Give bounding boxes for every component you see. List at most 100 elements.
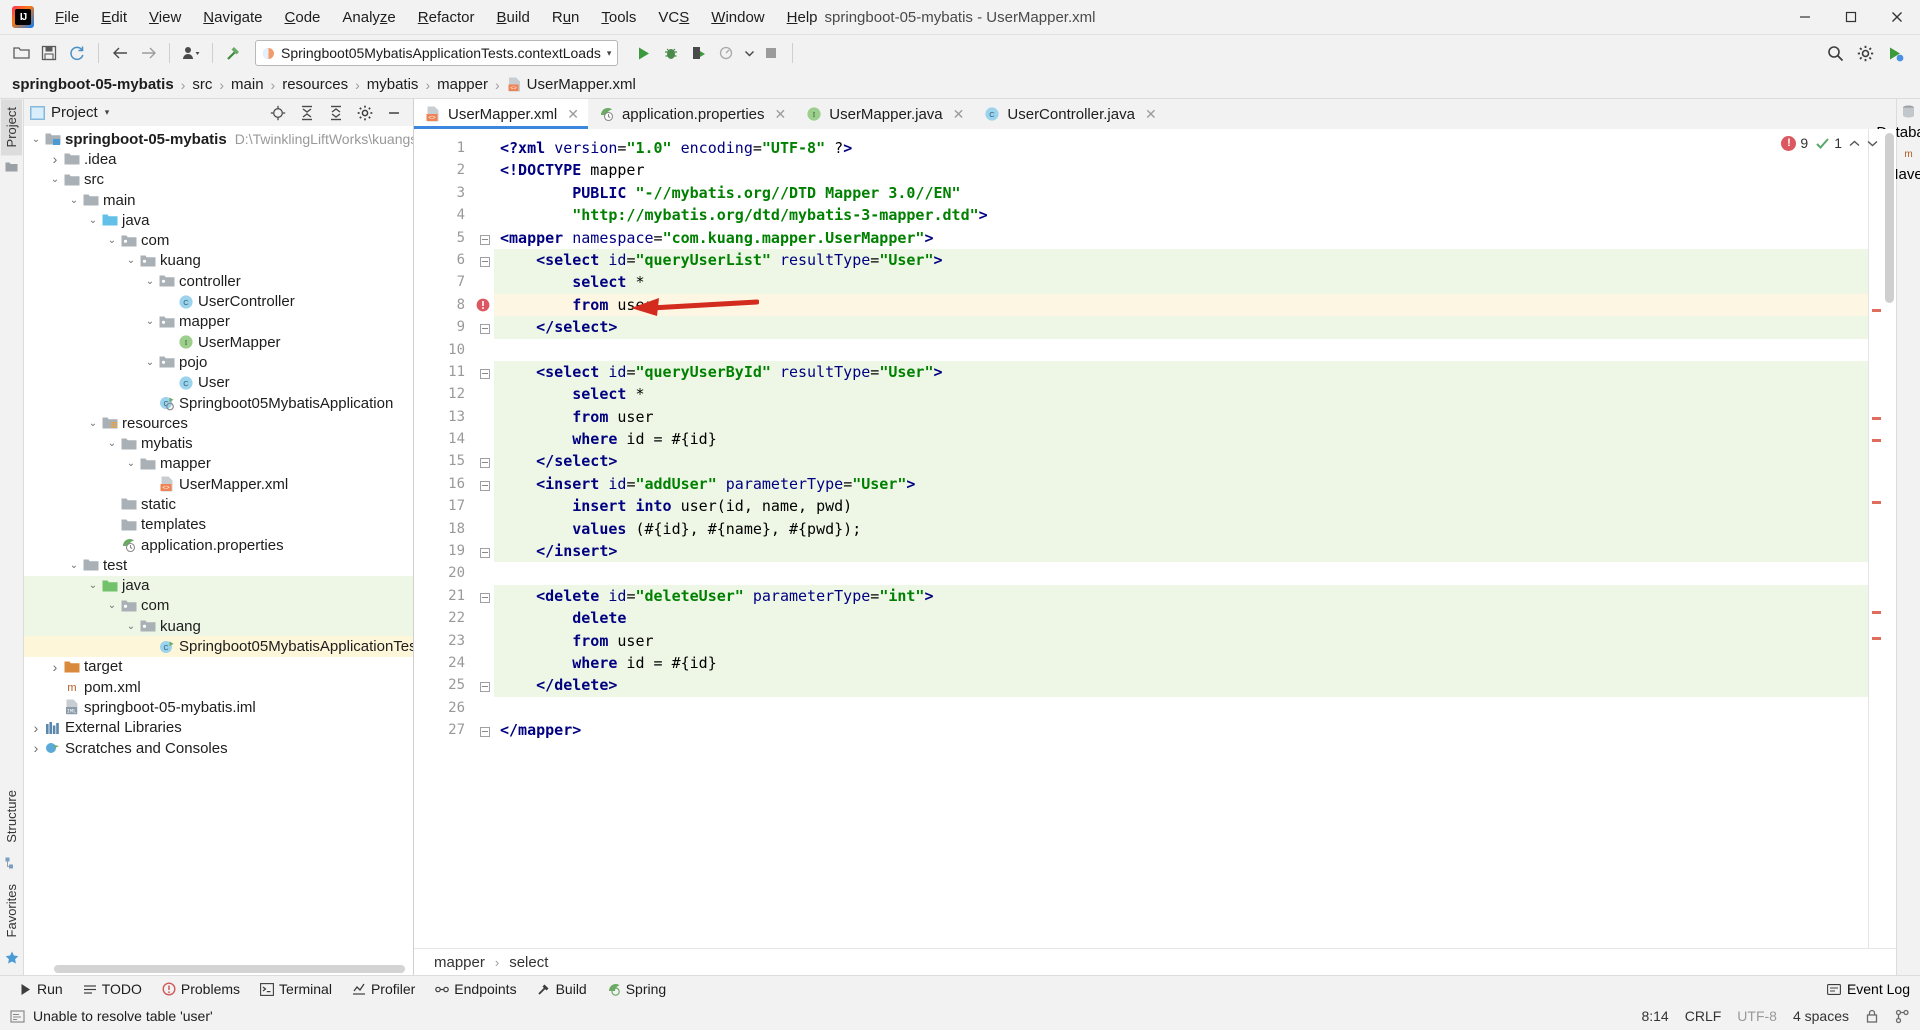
right-tool-window-rail[interactable]: Database m Maven [1876,99,1920,975]
search-everywhere-icon[interactable] [1822,40,1848,66]
forward-icon[interactable] [135,40,161,66]
fold-marker[interactable] [474,450,494,472]
menu-vcs[interactable]: VCS [647,6,700,29]
code-content[interactable]: <?xml version="1.0" encoding="UTF-8" ?> <… [494,129,1868,948]
close-tab-icon[interactable]: ✕ [775,106,787,123]
save-all-icon[interactable] [36,40,62,66]
lock-icon[interactable] [1865,1009,1879,1024]
tree-item-com[interactable]: ⌄ com [24,230,413,250]
tool-window-button-problems[interactable]: Problems [153,978,249,1000]
tree-item-pojo[interactable]: ⌄ pojo [24,352,413,372]
settings-gear-icon[interactable] [1852,40,1878,66]
tool-window-button-spring[interactable]: Spring [598,978,675,1000]
code-line[interactable]: insert into user(id, name, pwd) [494,495,1868,518]
chevron-right-icon[interactable]: › [47,659,63,675]
fold-marker[interactable] [474,316,494,338]
code-line[interactable] [494,562,1868,584]
tree-item-java[interactable]: ⌄ java [24,210,413,230]
menu-tools[interactable]: Tools [590,6,647,29]
main-toolbar[interactable]: Springboot05MybatisApplicationTests.cont… [0,35,1920,71]
favorites-star-icon[interactable] [5,951,19,965]
tree-item-springboot-05-mybatis-iml[interactable]: IML springboot-05-mybatis.iml [24,697,413,717]
profiler-icon[interactable] [714,40,740,66]
code-line[interactable]: <!DOCTYPE mapper [494,159,1868,181]
code-line[interactable]: <mapper namespace="com.kuang.mapper.User… [494,227,1868,249]
line-separator[interactable]: CRLF [1685,1008,1722,1024]
chevron-down-icon-profiler[interactable] [742,40,756,66]
code-line[interactable]: <?xml version="1.0" encoding="UTF-8" ?> [494,137,1868,159]
tool-window-bar-right[interactable]: Event Log [1826,981,1910,997]
run-configuration-selector[interactable]: Springboot05MybatisApplicationTests.cont… [255,40,619,66]
chevron-down-icon[interactable]: ▾ [105,107,110,118]
code-line[interactable]: "http://mybatis.org/dtd/mybatis-3-mapper… [494,204,1868,226]
fold-marker[interactable] [474,249,494,271]
error-count-badge[interactable]: ! 9 [1781,135,1808,151]
chevron-down-icon[interactable]: ⌄ [123,621,139,632]
code-line[interactable]: from user [494,293,1868,317]
build-hammer-icon[interactable] [221,40,247,66]
branch-icon[interactable] [1895,1009,1910,1024]
code-line[interactable]: </mapper> [494,719,1868,741]
chevron-down-icon[interactable]: ⌄ [104,438,120,449]
tree-item-usermapper[interactable]: I UserMapper [24,332,413,352]
code-line[interactable]: values (#{id}, #{name}, #{pwd}); [494,517,1868,541]
tree-item-springboot-05-mybatis[interactable]: ⌄ springboot-05-mybatis D:\TwinklingLiftWo… [24,129,413,149]
error-stripe-mark[interactable] [1872,417,1881,420]
collapse-all-icon[interactable] [323,100,349,126]
breadcrumb-item-mapper[interactable]: mapper [437,76,488,93]
left-tool-window-rail[interactable]: Project Structure Favorites [0,99,24,975]
code-line[interactable]: </select> [494,450,1868,473]
fold-marker[interactable] [474,227,494,249]
sidebar-tab-structure[interactable]: Structure [1,782,22,851]
chevron-down-icon[interactable]: ⌄ [47,174,63,185]
breadcrumb-item-project[interactable]: springboot-05-mybatis [12,76,174,93]
tree-item-mapper[interactable]: ⌄ mapper [24,454,413,474]
editor-bottom-breadcrumb[interactable]: mapper › select [414,948,1896,975]
navigation-breadcrumb-bar[interactable]: springboot-05-mybatis › src › main › res… [0,71,1920,99]
back-icon[interactable] [107,40,133,66]
chevron-down-icon[interactable]: ⌄ [123,458,139,469]
tree-item-resources[interactable]: ⌄ resources [24,413,413,433]
sync-icon[interactable] [64,40,90,66]
breadcrumb-item-mybatis[interactable]: mybatis [367,76,419,93]
tool-window-button-bar[interactable]: Run TODO Problems Terminal Profiler Endpoints… [0,975,1920,1002]
code-line[interactable]: </insert> [494,540,1868,563]
tree-item-springboot05mybatisapplication[interactable]: C Springboot05MybatisApplication [24,393,413,413]
breadcrumb-item-main[interactable]: main [231,76,264,93]
code-line[interactable] [494,697,1868,719]
error-stripe-mark[interactable] [1872,611,1881,614]
locate-icon[interactable] [265,100,291,126]
menu-build[interactable]: Build [485,6,540,29]
code-line[interactable]: select * [494,383,1868,406]
ide-update-icon[interactable] [1882,40,1908,66]
tree-item-src[interactable]: ⌄ src [24,170,413,190]
code-line[interactable]: from user [494,629,1868,652]
minimize-button[interactable] [1782,0,1828,34]
fold-marker[interactable] [474,585,494,607]
tree-item-application-properties[interactable]: application.properties [24,535,413,555]
code-line[interactable]: where id = #{id} [494,428,1868,451]
code-line[interactable]: PUBLIC "-//mybatis.org//DTD Mapper 3.0//… [494,182,1868,204]
status-bar[interactable]: Unable to resolve table 'user' 8:14 CRLF… [0,1002,1920,1030]
menu-run[interactable]: Run [541,6,591,29]
chevron-down-icon[interactable]: ⌄ [142,357,158,368]
tool-window-button-run[interactable]: Run [10,978,72,1000]
database-rail-icon[interactable] [1902,105,1915,118]
editor-tab-usermapper-xml[interactable]: <> UserMapper.xml ✕ [414,99,588,129]
caret-position[interactable]: 8:14 [1641,1008,1668,1024]
code-line[interactable]: select * [494,271,1868,294]
previous-problem-icon[interactable] [1849,139,1860,148]
project-panel-actions[interactable] [265,100,407,126]
close-tab-icon[interactable]: ✕ [567,106,579,123]
error-stripe-mark[interactable] [1872,439,1881,442]
menu-navigate[interactable]: Navigate [192,6,273,29]
error-stripe-gutter[interactable] [1868,129,1883,948]
chevron-down-icon[interactable]: ⌄ [142,276,158,287]
menu-file[interactable]: FFileile [44,6,90,29]
tree-item-kuang[interactable]: ⌄ kuang [24,251,413,271]
tool-window-button-endpoints[interactable]: Endpoints [426,978,525,1000]
maximize-button[interactable] [1828,0,1874,34]
menu-edit[interactable]: Edit [90,6,138,29]
structure-rail-icon[interactable] [5,857,18,870]
tree-item-usermapper-xml[interactable]: <> UserMapper.xml [24,474,413,494]
